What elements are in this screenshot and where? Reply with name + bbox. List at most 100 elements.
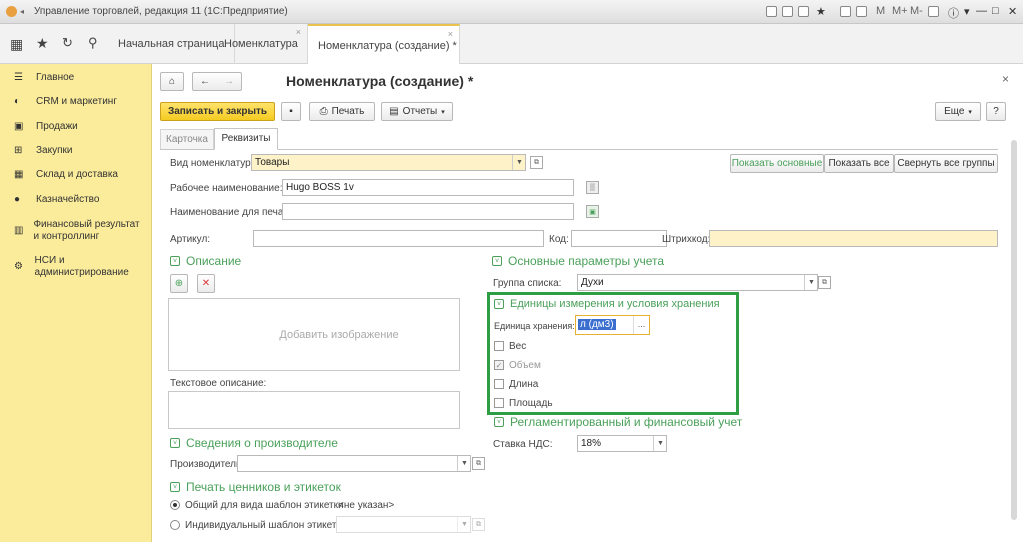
- labels-print-group-header[interactable]: ˅ Печать ценников и этикеток: [170, 480, 341, 494]
- fill-icon[interactable]: ▣: [586, 205, 599, 218]
- close-tab-icon[interactable]: ×: [296, 12, 301, 52]
- home-icon: ⌂: [168, 76, 176, 87]
- regulated-group-header[interactable]: ˅ Регламентированный и финансовый учет: [494, 415, 742, 429]
- kind-field[interactable]: Товары ▼: [251, 154, 526, 171]
- image-area[interactable]: Добавить изображение: [168, 298, 460, 371]
- vat-field[interactable]: 18% ▼: [577, 435, 667, 452]
- close-tab-icon[interactable]: ×: [448, 14, 453, 54]
- volume-checkbox[interactable]: ✓: [494, 360, 504, 370]
- manufacturer-group-header[interactable]: ˅ Сведения о производителе: [170, 436, 338, 450]
- sidebar-item-purchases[interactable]: ⊞ Закупки: [14, 145, 72, 156]
- open-icon[interactable]: ⧉: [472, 518, 485, 531]
- close-form-icon[interactable]: ×: [1002, 72, 1009, 86]
- menu-arrow-icon[interactable]: ◂: [20, 7, 24, 16]
- open-icon[interactable]: ⧉: [472, 457, 485, 470]
- favorites-icon[interactable]: ★: [816, 5, 826, 18]
- print-doc-icon[interactable]: [782, 6, 793, 17]
- open-icon[interactable]: ⧉: [530, 156, 543, 169]
- close-window-icon[interactable]: ✕: [1008, 5, 1017, 18]
- history-icon[interactable]: [840, 6, 851, 17]
- sidebar-item-admin[interactable]: ⚙ НСИ и администрирование: [14, 255, 146, 279]
- list-group-field[interactable]: Духи ▼: [577, 274, 818, 291]
- description-group-header[interactable]: ˅ Описание: [170, 254, 241, 268]
- info-icon[interactable]: ⓘ: [948, 5, 959, 21]
- individual-template-radio[interactable]: [170, 520, 180, 530]
- sidebar-item-crm[interactable]: ◐ CRM и маркетинг: [14, 96, 117, 107]
- chevron-down-icon[interactable]: ▼: [457, 517, 470, 532]
- search-icon[interactable]: ⚲: [88, 36, 98, 50]
- common-template-radio[interactable]: [170, 500, 180, 510]
- sidebar-item-warehouse[interactable]: ▦ Склад и доставка: [14, 169, 118, 180]
- sidebar-item-finance[interactable]: ▥ Финансовый результат и контроллинг: [14, 219, 146, 243]
- star-icon[interactable]: ★: [36, 36, 49, 50]
- help-button[interactable]: ?: [986, 102, 1006, 121]
- print-name-input[interactable]: [282, 203, 574, 220]
- save-button[interactable]: ▪: [281, 102, 301, 121]
- vertical-scrollbar[interactable]: [1011, 140, 1017, 520]
- select-ellipsis-button[interactable]: ...: [633, 316, 649, 334]
- chevron-down-icon[interactable]: ▼: [653, 436, 666, 451]
- article-input[interactable]: [253, 230, 544, 247]
- work-name-input[interactable]: Hugo BOSS 1v: [282, 179, 574, 196]
- home-button[interactable]: ⌂: [160, 72, 184, 91]
- sidebar-item-main[interactable]: ☰ Главное: [14, 72, 74, 83]
- print-name-label: Наименование для печати:: [170, 207, 297, 218]
- delete-image-button[interactable]: ✕: [197, 274, 215, 293]
- minimize-icon[interactable]: —: [976, 5, 987, 17]
- more-button[interactable]: Еще ▾: [935, 102, 981, 121]
- memory-m-icon[interactable]: M: [876, 5, 885, 17]
- tab-nomenclature-create[interactable]: Номенклатура (создание) * ×: [308, 24, 460, 64]
- tab-details[interactable]: Реквизиты: [214, 128, 278, 150]
- weight-checkbox[interactable]: [494, 341, 504, 351]
- chevron-down-icon[interactable]: ▼: [804, 275, 817, 290]
- back-arrow-icon[interactable]: ←: [200, 76, 210, 87]
- individual-template-field[interactable]: ▼: [336, 516, 471, 533]
- kind-label: Вид номенклатуры:: [170, 158, 261, 169]
- barcode-input[interactable]: [709, 230, 998, 247]
- accounting-group-header[interactable]: ˅ Основные параметры учета: [492, 254, 664, 268]
- memory-mminus-icon[interactable]: M-: [910, 5, 923, 17]
- open-icon[interactable]: ⧉: [818, 276, 831, 289]
- tab-nomenclature[interactable]: Номенклатура ×: [214, 24, 308, 64]
- panel-icon[interactable]: [928, 6, 939, 17]
- warehouse-icon: ▦: [14, 169, 24, 180]
- print-button[interactable]: ⎙ Печать: [309, 102, 375, 121]
- storage-unit-field[interactable]: л (дм3) ...: [575, 315, 650, 335]
- tab-label: Начальная страница: [118, 38, 225, 50]
- code-input[interactable]: [571, 230, 667, 247]
- tab-card[interactable]: Карточка: [160, 129, 214, 149]
- add-image-button[interactable]: ⊕: [170, 274, 188, 293]
- reports-button[interactable]: ▤ Отчеты ▾: [381, 102, 453, 121]
- show-main-button[interactable]: Показать основные: [730, 154, 824, 173]
- producer-field[interactable]: ▼: [237, 455, 471, 472]
- sidebar-item-sales[interactable]: ▣ Продажи: [14, 121, 78, 132]
- chevron-down-icon[interactable]: ▼: [457, 456, 470, 471]
- collapse-groups-button[interactable]: Свернуть все группы: [894, 154, 998, 173]
- save-doc-icon[interactable]: [766, 6, 777, 17]
- sidebar-item-treasury[interactable]: ● Казначейство: [14, 194, 99, 205]
- volume-label: Объем: [509, 360, 541, 371]
- chevron-down-icon: ▾: [441, 108, 445, 116]
- apps-grid-icon[interactable]: ▦: [10, 37, 23, 51]
- length-checkbox[interactable]: [494, 379, 504, 389]
- maximize-icon[interactable]: □: [992, 5, 999, 17]
- save-close-button[interactable]: Записать и закрыть: [160, 102, 275, 121]
- units-group-header[interactable]: ˅ Единицы измерения и условия хранения: [494, 298, 720, 310]
- forward-arrow-icon[interactable]: →: [224, 76, 234, 87]
- button-label: Печать: [331, 106, 365, 117]
- weight-label: Вес: [509, 341, 527, 352]
- collapse-chevron-icon: ˅: [170, 438, 180, 448]
- calendar-icon[interactable]: [856, 6, 867, 17]
- window-toolbar: ★ M M+ M- ⓘ ▾ — □ ✕: [760, 0, 1023, 24]
- memory-mplus-icon[interactable]: M+: [892, 5, 908, 17]
- text-description-input[interactable]: [168, 391, 460, 429]
- dropdown-icon[interactable]: ▾: [964, 5, 970, 18]
- show-all-button[interactable]: Показать все: [824, 154, 894, 173]
- history-clock-icon[interactable]: ↻: [62, 36, 73, 50]
- preview-icon[interactable]: [798, 6, 809, 17]
- chevron-down-icon[interactable]: ▼: [512, 155, 525, 170]
- floppy-icon: ▪: [289, 106, 293, 117]
- area-label: Площадь: [509, 398, 553, 409]
- copy-icon[interactable]: ▒: [586, 181, 599, 194]
- area-checkbox[interactable]: [494, 398, 504, 408]
